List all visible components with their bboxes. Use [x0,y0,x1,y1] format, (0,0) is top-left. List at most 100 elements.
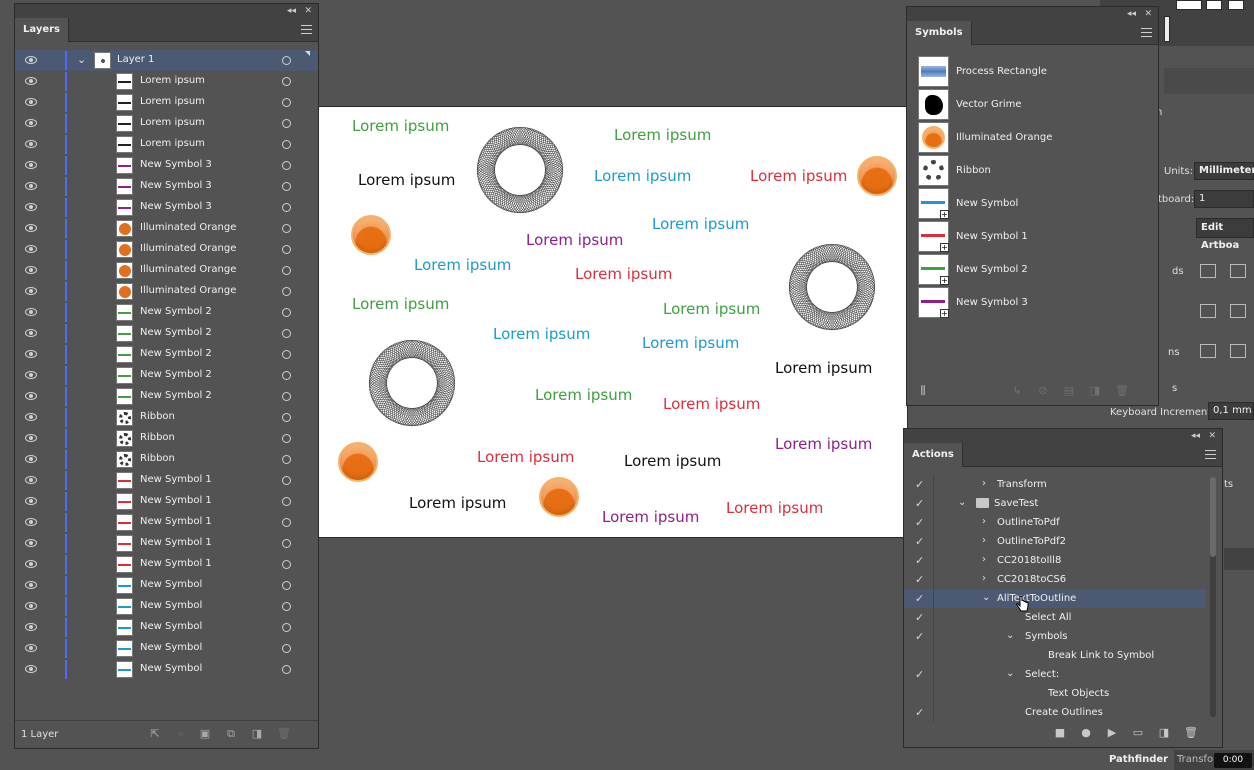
sublayer-row[interactable]: New Symbol 2 [15,302,318,323]
target-circle-icon[interactable] [282,203,291,212]
collapse-chevron-icon[interactable]: ⌄ [1006,630,1014,641]
sublayer-row[interactable]: Lorem ipsum [15,92,318,113]
target-circle-icon[interactable] [282,98,291,107]
text-red[interactable]: Lorem ipsum [477,448,574,466]
action-row[interactable]: ✓ ⌄ SaveTest [904,494,1206,513]
locate-object-icon[interactable]: ⌕ [175,728,187,740]
target-circle-icon[interactable] [282,392,291,401]
target-circle-icon[interactable] [282,560,291,569]
text-purple[interactable]: Lorem ipsum [526,231,623,249]
artboard[interactable]: Lorem ipsum Lorem ipsum Lorem ipsum Lore… [318,106,908,538]
fill-swatch[interactable] [1176,0,1202,10]
expand-chevron-icon[interactable]: › [982,516,986,527]
visibility-eye-icon[interactable] [25,476,37,484]
action-row[interactable]: ✓ › OutlineToPdf [904,513,1206,532]
visibility-eye-icon[interactable] [25,119,37,127]
symbol-item[interactable]: + New Symbol 1 [918,221,1148,253]
delete-icon[interactable]: 🗑 [277,728,291,740]
text-black[interactable]: Lorem ipsum [409,494,506,512]
illuminated-orange-symbol[interactable] [351,215,391,255]
visibility-eye-icon[interactable] [25,623,37,631]
new-sublayer-icon[interactable]: ⧉ [225,728,237,740]
new-set-icon[interactable]: ▭ [1132,727,1144,739]
target-circle-icon[interactable] [282,224,291,233]
target-circle-icon[interactable] [282,434,291,443]
visibility-eye-icon[interactable] [25,644,37,652]
keyboard-increment-field[interactable]: 0,1 mm [1208,402,1254,420]
action-row[interactable]: ✓ › OutlineToPdf2 [904,532,1206,551]
visibility-eye-icon[interactable] [25,350,37,358]
visibility-eye-icon[interactable] [25,560,37,568]
symbol-libraries-icon[interactable]: ⫼ [917,385,929,397]
visibility-eye-icon[interactable] [25,371,37,379]
sublayer-row[interactable]: New Symbol 2 [15,323,318,344]
text-green[interactable]: Lorem ipsum [614,126,711,144]
sublayer-row[interactable]: New Symbol 1 [15,554,318,575]
text-red[interactable]: Lorem ipsum [726,499,823,517]
target-circle-icon[interactable] [282,77,291,86]
action-row[interactable]: ✓ › CC2018toIll8 [904,551,1206,570]
text-black[interactable]: Lorem ipsum [624,452,721,470]
visibility-eye-icon[interactable] [25,497,37,505]
visibility-eye-icon[interactable] [25,455,37,463]
target-circle-icon[interactable] [282,245,291,254]
sublayer-row[interactable]: New Symbol 1 [15,491,318,512]
new-symbol-icon[interactable]: ◨ [1089,385,1101,397]
visibility-eye-icon[interactable] [25,245,37,253]
sublayer-row[interactable]: New Symbol 1 [15,533,318,554]
pixel-grid-icon[interactable] [1230,304,1246,318]
visibility-eye-icon[interactable] [25,56,37,64]
toggle-check-icon[interactable]: ✓ [915,516,924,529]
text-red[interactable]: Lorem ipsum [750,167,847,185]
sublayer-row[interactable]: Ribbon [15,449,318,470]
collapse-chevron-icon[interactable]: ⌄ [1006,668,1014,679]
target-circle-icon[interactable] [282,371,291,380]
snap-to-glyph-icon[interactable] [1230,344,1246,358]
text-purple[interactable]: Lorem ipsum [602,508,699,526]
illuminated-orange-symbol[interactable] [857,156,897,196]
expand-chevron-icon[interactable]: › [982,573,986,584]
text-black[interactable]: Lorem ipsum [358,171,455,189]
target-circle-icon[interactable] [282,329,291,338]
target-circle-icon[interactable] [282,161,291,170]
toggle-check-icon[interactable]: ✓ [915,535,924,548]
new-action-icon[interactable]: ◨ [1158,727,1170,739]
expand-chevron-icon[interactable]: › [982,554,986,565]
export-icon[interactable]: ⇱ [149,728,161,740]
text-blue[interactable]: Lorem ipsum [493,325,590,343]
tab-actions[interactable]: Actions [904,443,963,467]
symbol-item[interactable]: + New Symbol 3 [918,287,1148,319]
visibility-eye-icon[interactable] [25,539,37,547]
ribbon-symbol[interactable] [470,120,570,220]
dialog-toggle[interactable] [933,551,934,570]
action-row[interactable]: ✓ › Transform [904,475,1206,494]
collapse-chevron-icon[interactable]: ⌄ [982,592,990,603]
collapse-icon[interactable]: ◂◂ [1127,7,1136,21]
action-row[interactable]: ✓ ⌄ Select: [904,665,1206,684]
target-circle-icon[interactable] [282,455,291,464]
target-circle-icon[interactable] [282,56,291,65]
ribbon-symbol[interactable] [782,237,882,337]
action-row[interactable]: Break Link to Symbol [904,646,1206,665]
dialog-toggle[interactable] [933,570,934,589]
dialog-toggle[interactable] [933,665,934,684]
tab-symbols[interactable]: Symbols [907,21,972,45]
collapse-chevron-icon[interactable]: ⌄ [958,497,966,508]
panel-menu-icon[interactable] [301,25,312,34]
record-icon[interactable]: ● [1080,727,1092,739]
sublayer-row[interactable]: New Symbol [15,596,318,617]
sublayer-row[interactable]: New Symbol 2 [15,344,318,365]
visibility-eye-icon[interactable] [25,581,37,589]
text-purple[interactable]: Lorem ipsum [775,435,872,453]
snap-to-point-icon[interactable] [1200,344,1216,358]
expand-chevron-icon[interactable]: › [982,478,986,489]
actions-scrollbar[interactable] [1210,477,1216,717]
sublayer-row[interactable]: Ribbon [15,428,318,449]
visibility-eye-icon[interactable] [25,308,37,316]
sublayer-row[interactable]: New Symbol 2 [15,386,318,407]
sublayer-row[interactable]: Illuminated Orange [15,281,318,302]
sublayer-row[interactable]: New Symbol [15,638,318,659]
sublayer-row[interactable]: Lorem ipsum [15,113,318,134]
sublayer-row[interactable]: Lorem ipsum [15,71,318,92]
visibility-eye-icon[interactable] [25,413,37,421]
